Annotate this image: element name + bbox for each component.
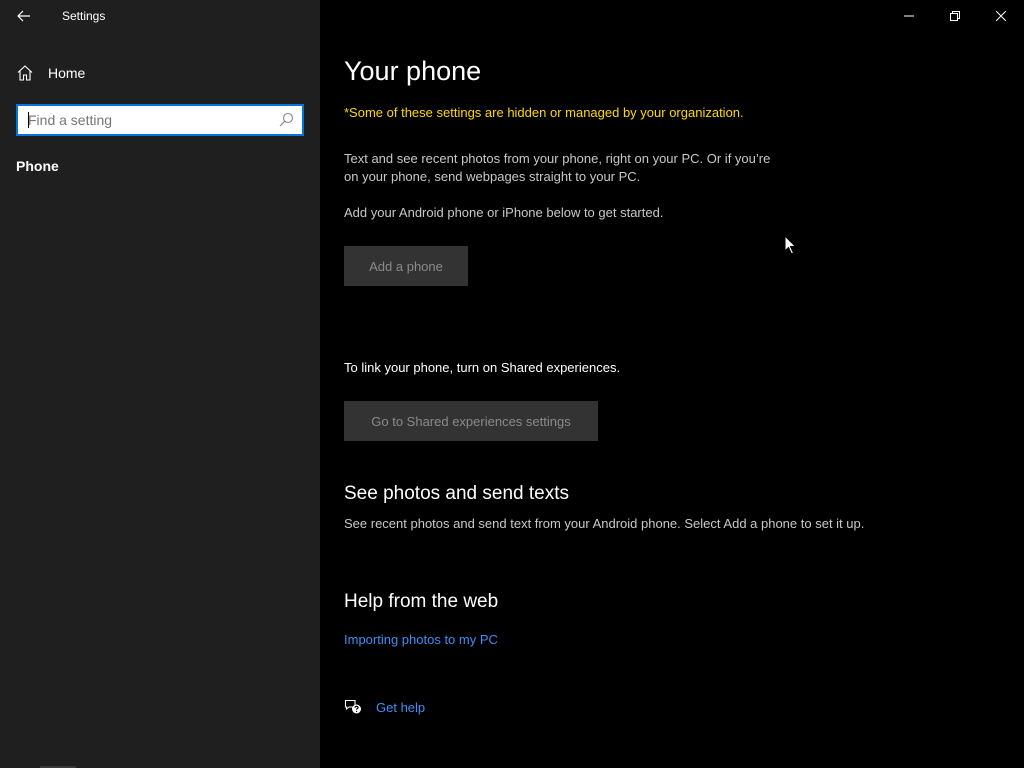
search-input[interactable] (18, 106, 278, 134)
managed-settings-note: *Some of these settings are hidden or ma… (344, 105, 744, 120)
search-icon[interactable] (278, 112, 294, 128)
importing-photos-link[interactable]: Importing photos to my PC (344, 632, 498, 647)
shared-experiences-button[interactable]: Go to Shared experiences settings (344, 401, 598, 441)
photos-section-description: See recent photos and send text from you… (344, 516, 865, 531)
sidebar-item-label: Home (48, 65, 86, 81)
settings-window: Settings Home Phone (0, 0, 1024, 768)
get-help-label: Get help (376, 699, 426, 715)
text-caret (28, 112, 29, 128)
search-box[interactable] (16, 104, 304, 136)
app-title: Settings (62, 9, 106, 23)
get-started-text: Add your Android phone or iPhone below t… (344, 205, 664, 220)
home-icon (17, 65, 33, 81)
sidebar: Settings Home Phone (0, 0, 320, 768)
chat-help-icon (344, 699, 361, 714)
back-button[interactable] (8, 3, 40, 29)
help-section-title: Help from the web (344, 591, 499, 612)
page-title: Your phone (344, 56, 482, 86)
get-help-link[interactable]: Get help (344, 697, 425, 717)
photos-section-title: See photos and send texts (344, 483, 569, 504)
add-phone-button[interactable]: Add a phone (344, 246, 468, 286)
link-instruction-text: To link your phone, turn on Shared exper… (344, 360, 621, 375)
back-arrow-icon (17, 10, 30, 22)
sidebar-item-home[interactable]: Home (0, 56, 320, 90)
feature-description: Text and see recent photos from your pho… (344, 151, 771, 184)
sidebar-item-phone[interactable]: Phone (16, 158, 59, 174)
mouse-cursor-icon (784, 235, 797, 255)
main-content: Your phone *Some of these settings are h… (344, 0, 1004, 768)
